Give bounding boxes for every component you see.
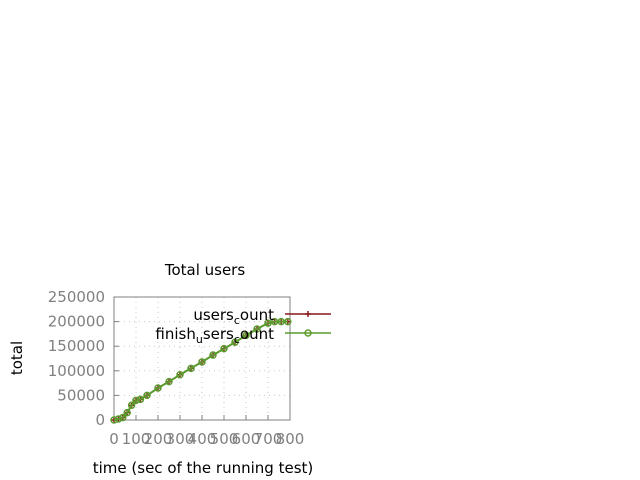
x-tick-label: 0 xyxy=(109,430,119,448)
total-users-chart: 0 100200300400500600700800050000100000150… xyxy=(8,261,331,477)
y-axis-label: total xyxy=(8,341,26,375)
y-tick-label: 250000 xyxy=(48,288,105,306)
y-tick-label: 100000 xyxy=(48,362,105,380)
y-tick-label: 200000 xyxy=(48,313,105,331)
x-axis-label: time (sec of the running test) xyxy=(93,459,314,477)
y-tick-label: 150000 xyxy=(48,337,105,355)
legend-label-users-count: userscount xyxy=(193,306,274,327)
legend-marker-users-count xyxy=(305,311,311,317)
legend: userscount finishuserscount xyxy=(155,306,331,346)
legend-label-finish-users-count: finishuserscount xyxy=(155,325,274,346)
x-tick-label: 800 xyxy=(276,430,305,448)
chart-title: Total users xyxy=(164,261,246,279)
y-tick-label: 50000 xyxy=(57,386,105,404)
y-tick-label: 0 xyxy=(95,411,105,429)
